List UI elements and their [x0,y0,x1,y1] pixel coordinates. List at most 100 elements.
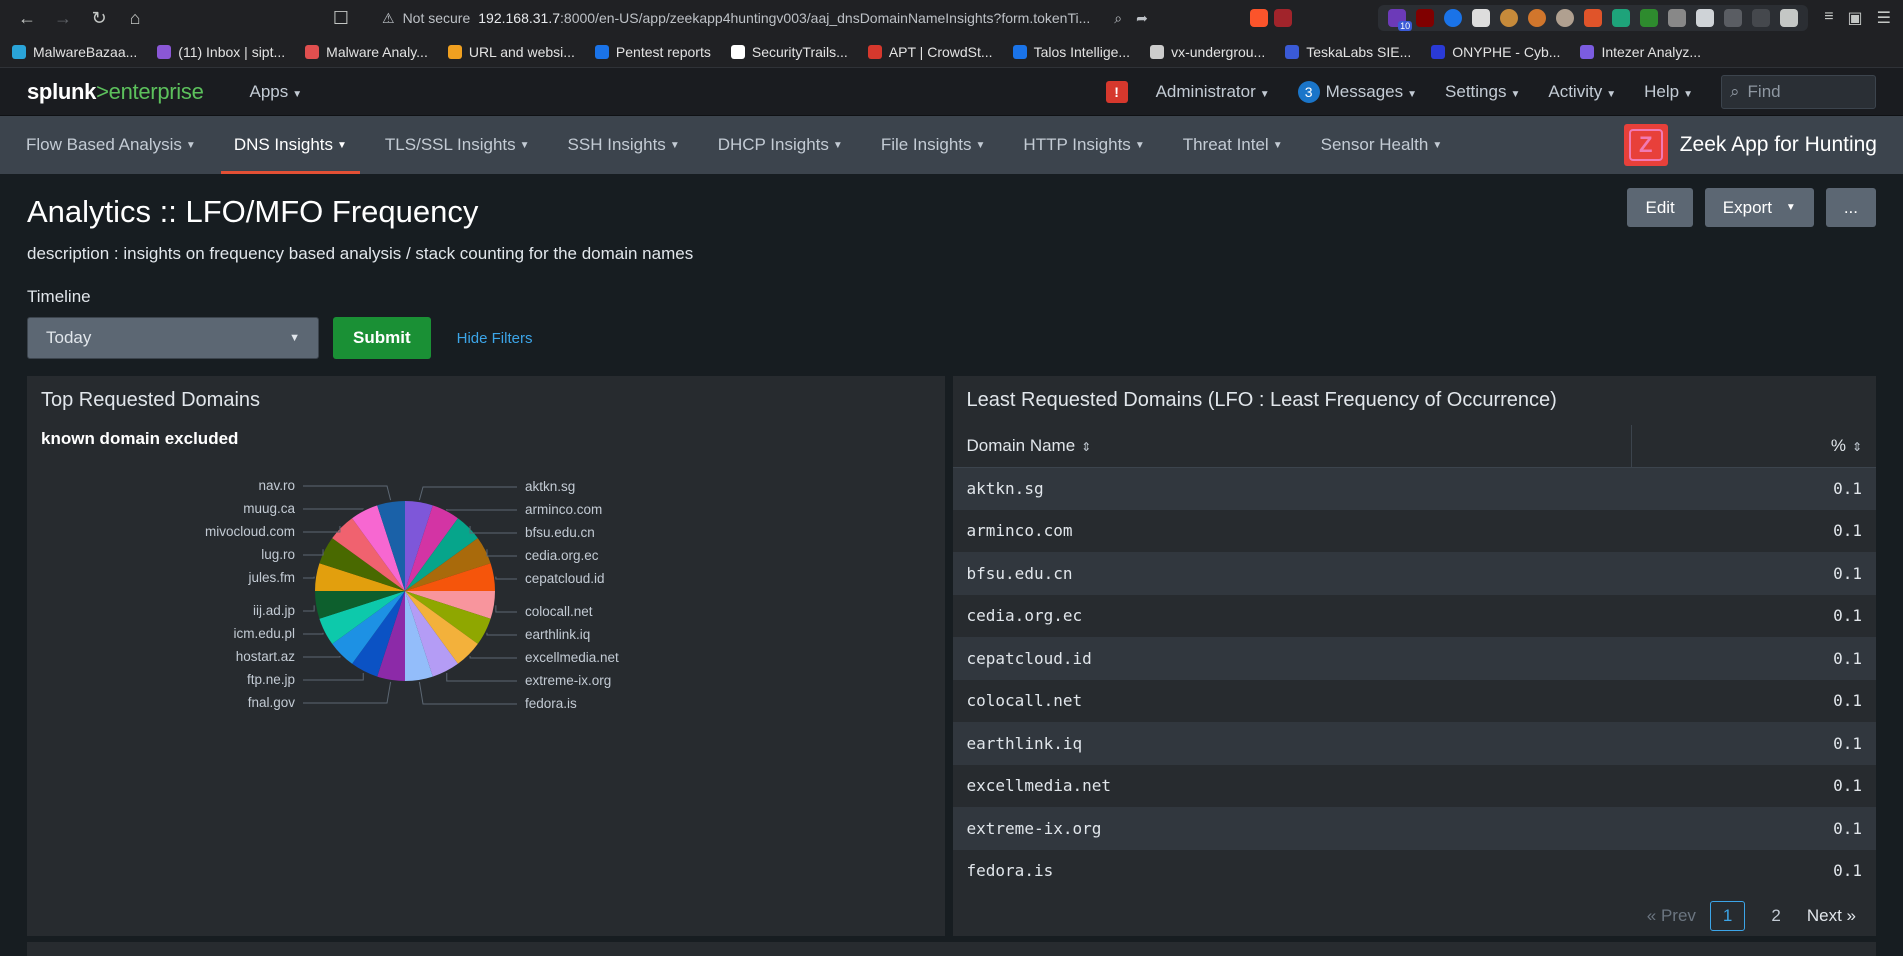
extension-icon[interactable] [1752,9,1771,27]
submit-button[interactable]: Submit [333,317,431,359]
domain-name-column-header[interactable]: Domain Name ⇕ [952,425,1631,468]
alert-icon[interactable]: ! [1105,80,1128,103]
pie-leader-line [446,672,517,682]
table-row[interactable]: earthlink.iq 0.1 [952,722,1876,765]
extension-icon[interactable] [1556,9,1575,27]
nav-tab-flow-based-analysis[interactable]: Flow Based Analysis ▼ [26,116,196,174]
table-row[interactable]: cepatcloud.id 0.1 [952,637,1876,680]
bookmark-item[interactable]: APT | CrowdSt... [867,43,993,60]
bookmark-item[interactable]: TeskaLabs SIE... [1285,44,1411,60]
bookmark-item[interactable]: Pentest reports [594,44,711,60]
pie-leader-line [303,681,392,704]
bookmark-item[interactable]: ONYPHE - Cyb... [1431,44,1560,60]
messages-menu[interactable]: 3 Messages ▼ [1297,80,1417,103]
prev-page-button[interactable]: « Prev [1647,906,1696,926]
bookmark-item[interactable]: URL and websi... [447,44,575,60]
export-button[interactable]: Export ▼ [1704,188,1814,227]
domain-cell: aktkn.sg [952,467,1631,510]
extension-icon[interactable] [1584,9,1603,27]
extension-icon[interactable] [1640,9,1659,27]
bookmark-label: APT | CrowdSt... [888,43,993,60]
find-input[interactable]: ⌕ Find [1721,74,1876,109]
puzzle-icon[interactable] [1780,9,1799,27]
bookmark-item[interactable]: (11) Inbox | sipt... [157,44,285,60]
bookmark-item[interactable]: MalwareBazaa... [12,44,137,60]
table-row[interactable]: aktkn.sg 0.1 [952,467,1876,510]
table-row[interactable]: fedora.is 0.1 [952,849,1876,892]
table-row[interactable]: bfsu.edu.cn 0.1 [952,552,1876,595]
splunk-logo[interactable]: splunk>enterprise [27,79,204,105]
home-icon[interactable]: ⌂ [120,3,150,33]
back-icon[interactable]: ← [12,3,42,33]
caret-down-icon: ▼ [1683,88,1693,100]
caret-down-icon: ▼ [832,139,843,151]
administrator-menu[interactable]: Administrator ▼ [1156,82,1270,102]
bookmark-label: Intezer Analyz... [1601,43,1702,60]
nav-tab-dns-insights[interactable]: DNS Insights ▼ [220,116,361,174]
bookmark-favicon-icon [867,44,882,59]
cookie-icon[interactable] [1528,9,1547,27]
timeline-select[interactable]: Today ▼ [27,317,319,359]
table-row[interactable]: colocall.net 0.1 [952,679,1876,722]
table-row[interactable]: cedia.org.ec 0.1 [952,594,1876,637]
extension-icon[interactable] [1612,9,1631,27]
address-bar[interactable]: ⚠ Not secure 192.168.31.7:8000/en-US/app… [372,4,1232,32]
nav-tab-sensor-health[interactable]: Sensor Health ▼ [1321,116,1443,174]
share-icon[interactable]: ➦ [1136,10,1148,27]
nav-tab-http-insights[interactable]: HTTP Insights ▼ [1023,116,1144,174]
nav-tab-threat-intel[interactable]: Threat Intel ▼ [1183,116,1283,174]
extension-icon[interactable] [1724,9,1743,27]
app-title[interactable]: Z Zeek App for Hunting [1623,116,1877,174]
bookmark-item[interactable]: vx-undergrou... [1150,44,1265,60]
extension-icon[interactable]: 10 [1388,9,1413,31]
percent-cell: 0.1 [1631,679,1876,722]
activity-menu[interactable]: Activity ▼ [1548,82,1616,102]
pie-label: ftp.ne.jp [246,672,295,687]
top-requested-domains-panel: Top Requested Domains known domain exclu… [27,376,945,936]
sidebar-icon[interactable]: ≡ [1824,8,1833,28]
bookmark-label: vx-undergrou... [1171,43,1266,60]
page-2-button[interactable]: 2 [1759,902,1792,930]
wallet-icon[interactable]: ▣ [1848,8,1863,28]
table-row[interactable]: arminco.com 0.1 [952,509,1876,552]
nav-tab-ssh-insights[interactable]: SSH Insights ▼ [568,116,680,174]
reload-icon[interactable]: ↻ [84,3,114,33]
browser-toolbar: ← → ↻ ⌂ ☐ ⚠ Not secure 192.168.31.7:8000… [0,0,1903,36]
hide-filters-link[interactable]: Hide Filters [457,330,533,347]
bookmark-item[interactable]: Talos Intellige... [1012,44,1130,60]
pie-label: cedia.org.ec [525,548,599,563]
app-logo-letter: Z [1628,129,1663,161]
brave-shield-icon[interactable] [1250,9,1268,27]
bookmark-icon[interactable]: ☐ [326,3,356,33]
extension-icon[interactable] [1696,9,1715,27]
table-row[interactable]: excellmedia.net 0.1 [952,764,1876,807]
nav-tab-file-insights[interactable]: File Insights ▼ [881,116,986,174]
page-1-button[interactable]: 1 [1709,901,1746,931]
help-menu[interactable]: Help ▼ [1644,82,1693,102]
nav-tab-dhcp-insights[interactable]: DHCP Insights ▼ [718,116,843,174]
table-row[interactable]: extreme-ix.org 0.1 [952,807,1876,850]
edit-button[interactable]: Edit [1627,188,1693,227]
settings-menu[interactable]: Settings ▼ [1445,82,1520,102]
forward-icon[interactable]: → [48,3,78,33]
pie-leader-line [469,525,517,534]
url-text[interactable]: 192.168.31.7:8000/en-US/app/zeekapp4hunt… [478,10,1098,26]
more-button[interactable]: ... [1825,188,1876,227]
percent-column-header[interactable]: % ⇕ [1630,425,1876,468]
nav-tab-tls-ssl-insights[interactable]: TLS/SSL Insights ▼ [385,116,530,174]
ublock-icon[interactable] [1416,9,1435,27]
pie-label: iij.ad.jp [252,603,295,618]
apps-menu[interactable]: Apps ▼ [250,82,303,102]
bookmark-item[interactable]: Intezer Analyz... [1580,44,1701,60]
bookmark-item[interactable]: Malware Analy... [305,44,428,60]
bookmark-item[interactable]: SecurityTrails... [730,44,848,60]
extension-icon[interactable] [1668,9,1687,27]
menu-icon[interactable]: ☰ [1877,8,1891,28]
extension-icon[interactable] [1472,9,1491,27]
zoom-icon[interactable]: ⌕ [1114,10,1122,27]
next-page-button[interactable]: Next » [1807,906,1856,926]
brave-rewards-icon[interactable] [1274,9,1292,27]
timeline-label: Timeline [27,287,91,306]
cookie-icon[interactable] [1500,9,1519,27]
extension-icon[interactable] [1444,9,1463,27]
